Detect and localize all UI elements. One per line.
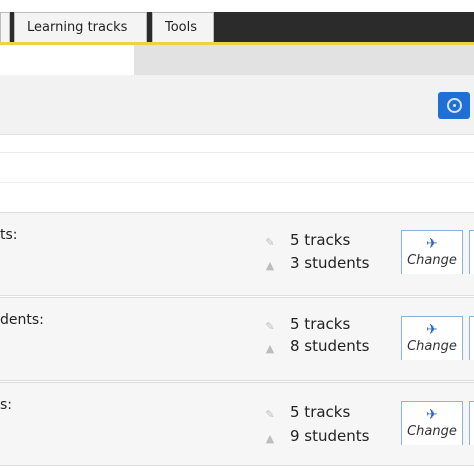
pin-icon: ✎ [265,408,275,421]
change-button[interactable]: ✈ Change [401,316,463,360]
change-button[interactable]: ✈ Change [401,401,463,445]
students-count: ▲ 8 students [264,337,370,355]
plus-circle-icon [447,98,462,113]
group-title: dents: [0,312,44,328]
group-title: ts: [0,227,18,243]
change-button[interactable]: ✈ Change [401,230,463,274]
students-count-label: 8 students [290,337,370,355]
group-row: s: ✎ 5 tracks ▲ 9 students ✈ Change [0,382,474,466]
user-icon: ▲ [265,432,275,445]
group-title: s: [0,397,13,413]
arrows-icon: ✈ [426,236,438,252]
sub-navigation-active-item[interactable] [0,45,134,75]
tracks-count: ✎ 5 tracks [264,231,350,249]
next-action-button[interactable] [469,401,474,445]
pin-icon: ✎ [265,236,275,249]
students-count-label: 3 students [290,254,370,272]
arrows-icon: ✈ [426,322,438,338]
tab-previous[interactable] [0,12,10,42]
pin-icon: ✎ [265,320,275,333]
students-count: ▲ 3 students [264,254,370,272]
group-row: ts: ✎ 5 tracks ▲ 3 students ✈ Change [0,212,474,296]
change-button-label: Change [407,253,457,268]
tracks-count-label: 5 tracks [290,403,351,421]
content-toolbar [0,75,474,135]
tracks-count-label: 5 tracks [290,231,351,249]
tracks-count-label: 5 tracks [290,315,351,333]
divider [0,182,474,183]
user-icon: ▲ [265,342,275,355]
user-icon: ▲ [265,259,275,272]
tracks-count: ✎ 5 tracks [264,315,350,333]
next-action-button[interactable] [469,316,474,360]
change-button-label: Change [407,339,457,354]
tab-tools[interactable]: Tools [152,12,214,42]
students-count-label: 9 students [290,427,370,445]
students-count: ▲ 9 students [264,427,370,445]
next-action-button[interactable] [469,230,474,274]
arrows-icon: ✈ [426,407,438,423]
tab-learning-tracks[interactable]: Learning tracks [14,12,147,42]
tracks-count: ✎ 5 tracks [264,403,350,421]
add-button[interactable] [438,92,470,119]
group-row: dents: ✎ 5 tracks ▲ 8 students ✈ Change [0,297,474,381]
change-button-label: Change [407,424,457,439]
divider [0,152,474,153]
